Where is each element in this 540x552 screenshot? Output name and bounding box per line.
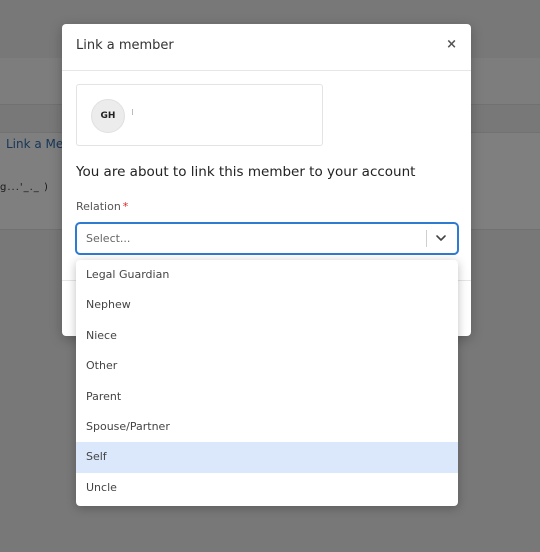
member-card: GH (76, 84, 323, 146)
modal-title: Link a member (76, 38, 174, 53)
dropdown-option-uncle[interactable]: Uncle (76, 473, 458, 503)
close-icon[interactable]: × (446, 37, 457, 52)
required-marker: * (122, 200, 129, 213)
modal-header: Link a member × (62, 24, 471, 71)
dropdown-option-parent[interactable]: Parent (76, 382, 458, 412)
dropdown-option-other[interactable]: Other (76, 351, 458, 381)
relation-label-text: Relation (76, 200, 121, 213)
relation-select[interactable]: Select... (76, 223, 458, 254)
member-name (132, 109, 133, 115)
dropdown-option-niece[interactable]: Niece (76, 321, 458, 351)
relation-label: Relation * (76, 200, 128, 213)
dropdown-option-self[interactable]: Self (76, 442, 458, 473)
relation-dropdown-menu: Legal Guardian Nephew Niece Other Parent Spou… (76, 260, 458, 506)
dropdown-option-nephew[interactable]: Nephew (76, 290, 458, 320)
dropdown-option-legal-guardian[interactable]: Legal Guardian (76, 260, 458, 290)
select-placeholder: Select... (86, 232, 131, 245)
chevron-down-icon[interactable] (435, 232, 447, 244)
select-separator (426, 230, 427, 247)
dropdown-option-spouse-partner[interactable]: Spouse/Partner (76, 412, 458, 442)
link-heading: You are about to link this member to you… (76, 164, 416, 180)
avatar: GH (91, 99, 125, 133)
